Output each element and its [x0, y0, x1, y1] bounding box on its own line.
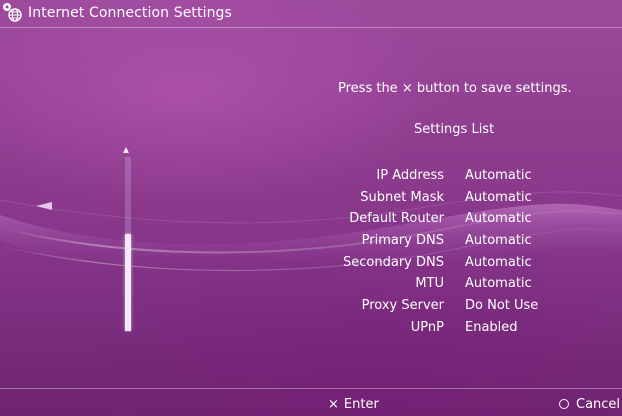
- settings-row-proxy-server: Proxy Server Do Not Use: [330, 296, 590, 318]
- setting-label: Subnet Mask: [360, 189, 444, 205]
- save-hint-after: button to save settings.: [416, 81, 572, 96]
- globe-network-icon: [3, 3, 22, 22]
- save-hint-before: Press the: [338, 81, 398, 96]
- cross-button-icon: ×: [401, 81, 413, 96]
- settings-row-secondary-dns: Secondary DNS Automatic: [330, 253, 590, 275]
- circle-button-icon: [559, 399, 569, 409]
- setting-value: Do Not Use: [465, 298, 539, 314]
- setting-label: MTU: [415, 276, 444, 292]
- save-hint: Press the × button to save settings.: [338, 81, 572, 96]
- setting-label: UPnP: [410, 319, 444, 335]
- cross-button-icon: ×: [328, 397, 339, 412]
- settings-list: IP Address Automatic Subnet Mask Automat…: [330, 166, 590, 340]
- back-arrow-icon[interactable]: [36, 202, 52, 210]
- setting-value: Automatic: [465, 168, 532, 183]
- setting-label: Default Router: [349, 211, 444, 227]
- setting-value: Enabled: [465, 319, 518, 335]
- settings-row-upnp: UPnP Enabled: [330, 318, 590, 340]
- cancel-button[interactable]: Cancel: [559, 397, 620, 412]
- settings-row-primary-dns: Primary DNS Automatic: [330, 231, 590, 253]
- settings-row-subnet-mask: Subnet Mask Automatic: [330, 188, 590, 210]
- settings-list-heading: Settings List: [414, 122, 495, 137]
- settings-row-default-router: Default Router Automatic: [330, 209, 590, 231]
- title-bar: Internet Connection Settings: [0, 0, 622, 28]
- scrollbar[interactable]: [125, 157, 131, 331]
- setting-value: Automatic: [465, 211, 532, 227]
- window-title: Internet Connection Settings: [28, 5, 232, 21]
- setting-label: Primary DNS: [361, 233, 444, 249]
- setting-label: Secondary DNS: [343, 254, 444, 270]
- scroll-up-arrow-icon[interactable]: [123, 147, 129, 153]
- setting-value: Automatic: [465, 276, 532, 292]
- scroll-thumb[interactable]: [125, 234, 131, 331]
- settings-row-ip-address: IP Address Automatic: [330, 166, 590, 188]
- setting-value: Automatic: [465, 189, 532, 205]
- setting-label: Proxy Server: [361, 298, 444, 314]
- screen: Internet Connection Settings Press the ×…: [0, 0, 622, 416]
- settings-row-mtu: MTU Automatic: [330, 274, 590, 296]
- button-guide-bar: × Enter Cancel: [0, 388, 622, 416]
- setting-value: Automatic: [465, 233, 532, 249]
- setting-label: IP Address: [376, 168, 444, 183]
- cancel-label: Cancel: [576, 397, 621, 412]
- setting-value: Automatic: [465, 254, 532, 270]
- enter-label: Enter: [343, 397, 379, 412]
- enter-button[interactable]: × Enter: [328, 397, 379, 412]
